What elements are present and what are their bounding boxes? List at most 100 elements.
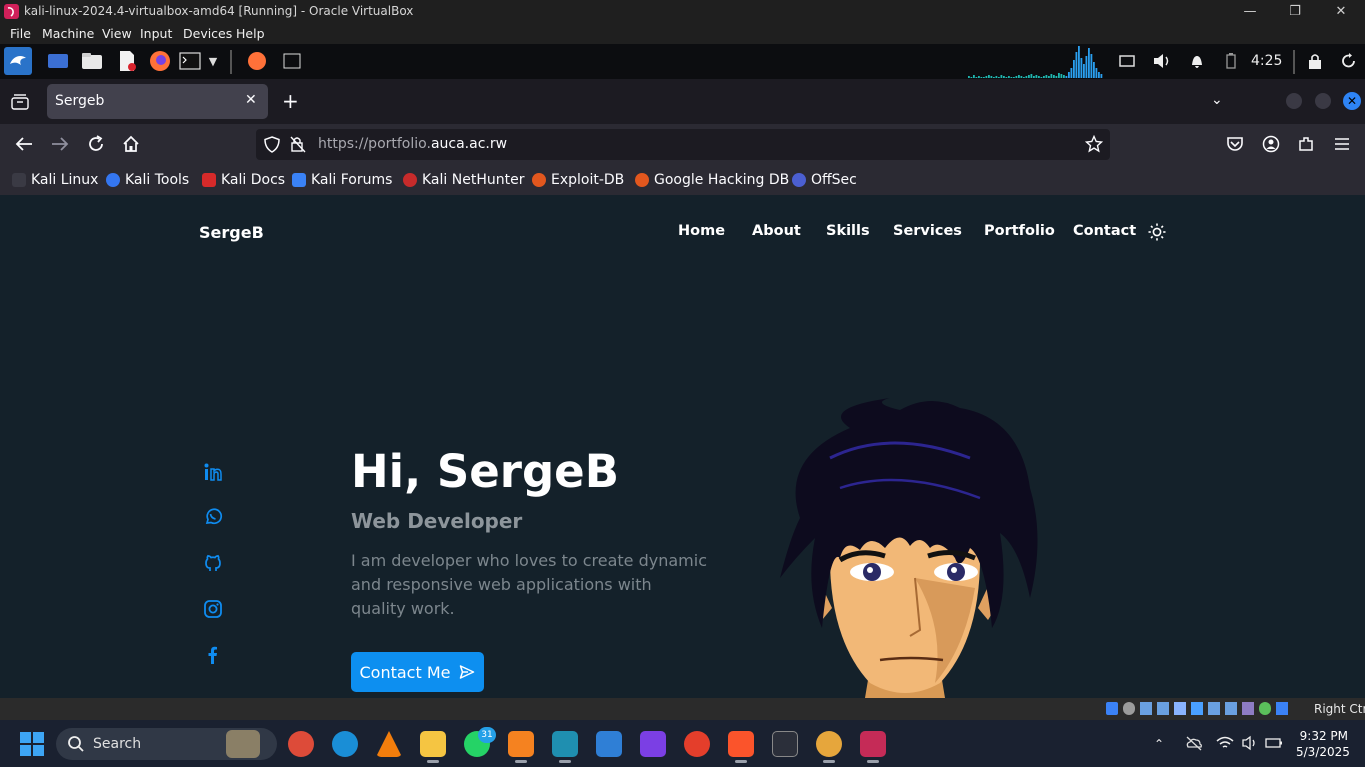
cpu-activity-icon[interactable] <box>1259 702 1271 715</box>
facebook-icon[interactable] <box>203 645 223 665</box>
instagram-icon[interactable] <box>203 599 223 619</box>
bookmark-kali-linux[interactable]: Kali Linux <box>12 171 98 189</box>
text-editor-icon[interactable] <box>116 50 138 72</box>
extensions-icon[interactable] <box>1297 135 1315 153</box>
list-tabs-chevron-icon[interactable]: ⌄ <box>1211 92 1227 110</box>
nav-skills[interactable]: Skills <box>826 223 870 239</box>
file-explorer-icon[interactable] <box>420 731 446 757</box>
terminal-icon[interactable] <box>179 50 201 72</box>
github-icon[interactable] <box>203 553 223 573</box>
menu-view[interactable]: View <box>102 26 132 41</box>
bookmark-label: Exploit-DB <box>551 172 625 188</box>
bookmark-kali-nethunter[interactable]: Kali NetHunter <box>403 171 524 189</box>
menu-machine[interactable]: Machine <box>42 26 94 41</box>
shared-folder-icon[interactable] <box>1191 702 1203 715</box>
menu-help[interactable]: Help <box>236 26 265 41</box>
nav-portfolio[interactable]: Portfolio <box>984 223 1055 239</box>
chrome-profile-icon[interactable] <box>816 731 842 757</box>
taskbar-search-box[interactable]: Search <box>56 728 277 760</box>
linkedin-icon[interactable] <box>203 462 223 482</box>
notification-bell-icon[interactable] <box>1186 50 1208 72</box>
mouse-integration-icon[interactable] <box>1276 702 1288 715</box>
network-icon[interactable] <box>1116 50 1138 72</box>
home-icon[interactable] <box>122 135 140 153</box>
show-desktop-icon[interactable] <box>47 50 69 72</box>
lock-icon[interactable] <box>1304 50 1326 72</box>
browser-close-button[interactable]: ✕ <box>1343 92 1361 110</box>
reload-icon[interactable] <box>87 135 105 153</box>
taskbar-terminal-icon[interactable] <box>281 50 303 72</box>
close-window-button[interactable]: ✕ <box>1318 0 1364 23</box>
browser-maximize-button[interactable] <box>1315 93 1331 109</box>
notepad-icon[interactable] <box>596 731 622 757</box>
tab-overview-icon[interactable] <box>11 94 29 110</box>
bookmark-google-hacking-db[interactable]: Google Hacking DB <box>635 171 789 189</box>
bookmark-kali-forums[interactable]: Kali Forums <box>292 171 392 189</box>
bookmark-offsec[interactable]: OffSec <box>792 171 857 189</box>
restore-button[interactable]: ❐ <box>1272 0 1318 23</box>
minimize-button[interactable]: — <box>1227 0 1273 23</box>
edge-icon[interactable] <box>332 731 358 757</box>
nav-contact[interactable]: Contact <box>1073 223 1136 239</box>
browser-minimize-button[interactable] <box>1286 93 1302 109</box>
brave-icon[interactable] <box>728 731 754 757</box>
close-tab-icon[interactable]: ✕ <box>245 92 257 108</box>
back-arrow-icon[interactable] <box>14 135 34 153</box>
menu-input[interactable]: Input <box>140 26 172 41</box>
xampp-icon[interactable] <box>508 731 534 757</box>
firefox-icon[interactable] <box>149 50 171 72</box>
theme-toggle-sun-icon[interactable] <box>1148 223 1166 241</box>
terminal-taskbar-icon[interactable] <box>772 731 798 757</box>
cpu-graph-bar <box>1085 56 1088 78</box>
vscode-icon[interactable] <box>552 731 578 757</box>
audio-icon[interactable] <box>1140 702 1152 715</box>
network-adapter-icon[interactable] <box>1157 702 1169 715</box>
virtualization-icon[interactable] <box>1242 702 1254 715</box>
tray-chevron-up-icon[interactable]: ⌃ <box>1154 737 1168 751</box>
account-icon[interactable] <box>1262 135 1280 153</box>
pocket-icon[interactable] <box>1226 135 1244 153</box>
optical-drive-icon[interactable] <box>1123 702 1135 715</box>
taskbar-firefox-icon[interactable] <box>246 50 268 72</box>
usb-icon[interactable] <box>1174 702 1186 715</box>
recording-icon[interactable] <box>1225 702 1237 715</box>
hamburger-menu-icon[interactable] <box>1334 136 1350 152</box>
wps-office-icon[interactable] <box>684 731 710 757</box>
bookmark-kali-docs[interactable]: Kali Docs <box>202 171 285 189</box>
system-clock[interactable]: 9:32 PM 5/3/2025 <box>1296 728 1350 760</box>
forward-arrow-icon[interactable] <box>50 135 70 153</box>
menu-devices[interactable]: Devices <box>183 26 232 41</box>
display-icon[interactable] <box>1208 702 1220 715</box>
nav-home[interactable]: Home <box>678 223 725 239</box>
battery-tray-icon[interactable] <box>1265 735 1283 751</box>
menu-file[interactable]: File <box>10 26 31 41</box>
whatsapp-icon[interactable] <box>203 507 223 527</box>
panel-clock[interactable]: 4:25 <box>1251 53 1282 69</box>
bookmark-star-icon[interactable] <box>1085 135 1103 153</box>
wifi-icon[interactable] <box>1216 735 1234 751</box>
virtualbox-taskbar-icon[interactable] <box>860 731 886 757</box>
bookmark-kali-tools[interactable]: Kali Tools <box>106 171 189 189</box>
logout-icon[interactable] <box>1338 50 1360 72</box>
tracking-shield-icon[interactable] <box>264 136 280 153</box>
volume-icon[interactable] <box>1151 50 1173 72</box>
file-manager-icon[interactable] <box>81 50 103 72</box>
nav-about[interactable]: About <box>752 223 801 239</box>
kali-docs-icon <box>202 173 216 187</box>
url-text[interactable]: https://portfolio.auca.ac.rw <box>318 136 507 152</box>
onedrive-off-icon[interactable] <box>1185 735 1203 751</box>
browser-tab-active[interactable]: Sergeb ✕ <box>47 84 268 119</box>
insecure-lock-icon[interactable] <box>290 136 306 153</box>
hard-disk-icon[interactable] <box>1106 702 1118 715</box>
nav-services[interactable]: Services <box>893 223 962 239</box>
contact-me-button[interactable]: Contact Me <box>351 652 484 692</box>
chevron-down-icon[interactable]: ▼ <box>203 50 223 72</box>
new-tab-button[interactable]: + <box>282 91 299 111</box>
windows-start-icon[interactable] <box>20 732 44 756</box>
kali-menu-icon[interactable] <box>4 47 32 75</box>
speaker-icon[interactable] <box>1241 735 1259 751</box>
intellij-icon[interactable] <box>640 731 666 757</box>
chrome-icon[interactable] <box>288 731 314 757</box>
site-brand[interactable]: SergeB <box>199 223 264 242</box>
bookmark-exploit-db[interactable]: Exploit-DB <box>532 171 624 189</box>
